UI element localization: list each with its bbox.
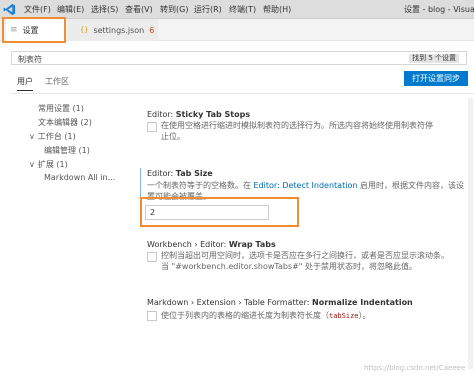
search-query: 制表符 — [18, 55, 42, 64]
setting-category: Editor: — [147, 169, 176, 178]
description-text: 启用时，根据文件内容，该设 — [357, 181, 464, 190]
setting-category: Editor: — [147, 110, 176, 119]
tab-settings-json[interactable]: {} settings.json 6 — [68, 19, 158, 41]
detect-indentation-link[interactable]: Editor: Detect Indentation — [254, 181, 358, 190]
wrap-tabs-checkbox[interactable] — [147, 252, 157, 262]
toc-item-extensions[interactable]: ∨ 扩展 (1) — [29, 159, 68, 170]
menu-file[interactable]: 文件(F) — [24, 4, 51, 15]
setting-title-wrap-tabs: Workbench › Editor: Wrap Tabs — [147, 240, 276, 249]
description-line: 在使用空格进行缩进时模拟制表符的选择行为。所选内容将始终使用制表符停 — [161, 121, 433, 130]
tab-user-settings[interactable]: 用户 — [17, 76, 33, 91]
normalize-indentation-checkbox[interactable] — [147, 311, 157, 321]
toc-item-workbench[interactable]: ∨ 工作台 (1) — [29, 131, 76, 142]
setting-name: Wrap Tabs — [228, 240, 276, 249]
menu-terminal[interactable]: 终端(T) — [229, 4, 256, 15]
description-line: 控制当超出可用空间时，选项卡是否应在多行之间换行，或者是否应显示滚动条。 — [161, 251, 449, 260]
toc-item-label: 常用设置 (1) — [38, 104, 84, 113]
settings-tab-highlight — [2, 17, 66, 43]
chevron-down-icon: ∨ — [29, 160, 35, 169]
menu-edit[interactable]: 编辑(E) — [57, 4, 84, 15]
setting-title-normalize-indentation: Markdown › Extension › Table Formatter: … — [147, 298, 413, 307]
chevron-down-icon: ∨ — [29, 132, 35, 141]
vscode-logo-icon — [3, 3, 16, 16]
sticky-tab-stops-checkbox[interactable] — [147, 122, 157, 132]
window-title: 设置 - blog - Visual S — [404, 5, 474, 14]
setting-name: Sticky Tab Stops — [175, 110, 251, 119]
description-line: 一个制表符等于的空格数。在 Editor: Detect Indentation… — [147, 180, 464, 191]
toc-item-common[interactable]: 常用设置 (1) — [38, 103, 84, 114]
toc-item-label: 文本编辑器 (2) — [38, 118, 92, 127]
toc-item-markdown-all-in-one[interactable]: Markdown All in... — [44, 173, 115, 182]
menu-go[interactable]: 转到(G) — [160, 4, 188, 15]
setting-category: Workbench › Editor: — [147, 240, 229, 249]
toc-item-editor-management[interactable]: 编辑管理 (1) — [44, 145, 90, 156]
setting-category: Markdown › Extension › Table Formatter: — [147, 298, 313, 307]
setting-description: 在使用空格进行缩进时模拟制表符的选择行为。所选内容将始终使用制表符停 止位。 — [161, 120, 433, 142]
setting-name: Tab Size — [175, 169, 213, 178]
tab-size-highlight — [140, 197, 299, 227]
problems-count-badge: 6 — [149, 25, 155, 35]
tab-settings-json-label: settings.json — [93, 25, 145, 35]
tab-workspace-settings[interactable]: 工作区 — [45, 76, 69, 87]
setting-description: 使位于列表内的表格的缩进长度为制表符长度（tabSize）。 — [161, 310, 371, 322]
search-result-count: 找到 5 个设置 — [409, 54, 459, 63]
description-line: 止位。 — [161, 132, 185, 141]
toc-item-label: 工作台 (1) — [37, 132, 76, 141]
title-bar: 文件(F) 编辑(E) 选择(S) 查看(V) 转到(G) 运行(R) 终端(T… — [0, 0, 474, 19]
menu-run[interactable]: 运行(R) — [194, 4, 222, 15]
toc-item-label: 扩展 (1) — [37, 160, 68, 169]
open-settings-sync-button[interactable]: 打开设置同步 — [404, 71, 468, 86]
menu-selection[interactable]: 选择(S) — [91, 4, 118, 15]
setting-title-sticky-tab-stops: Editor: Sticky Tab Stops — [147, 110, 250, 119]
setting-description: 控制当超出可用空间时，选项卡是否应在多行之间换行，或者是否应显示滚动条。当 "#… — [161, 250, 449, 272]
toc-item-label: 编辑管理 (1) — [44, 146, 90, 155]
toc-item-label: Markdown All in... — [44, 173, 116, 182]
description-line: 当 "#workbench.editor.showTabs#" 处于禁用状态时，… — [161, 262, 418, 271]
setting-title-tab-size: Editor: Tab Size — [147, 169, 213, 178]
description-text: 一个制表符等于的空格数。在 — [147, 181, 254, 190]
menu-help[interactable]: 帮助(H) — [263, 4, 291, 15]
toc-item-text-editor[interactable]: 文本编辑器 (2) — [38, 117, 92, 128]
tabsize-code: tabSize — [329, 312, 359, 320]
json-braces-icon: {} — [80, 26, 89, 34]
setting-name: Normalize Indentation — [312, 298, 413, 307]
description-text: ）。 — [358, 311, 371, 320]
settings-scrollbar[interactable] — [468, 98, 473, 369]
description-text: 使位于列表内的表格的缩进长度为制表符长度（ — [161, 311, 329, 320]
settings-search-input[interactable]: 制表符 找到 5 个设置 — [11, 51, 467, 65]
watermark: https://blog.csdn.net/Caeeee — [364, 364, 466, 372]
editor-tab-bar: ≡ 设置 {} settings.json 6 — [0, 19, 474, 41]
menu-view[interactable]: 查看(V) — [125, 4, 153, 15]
